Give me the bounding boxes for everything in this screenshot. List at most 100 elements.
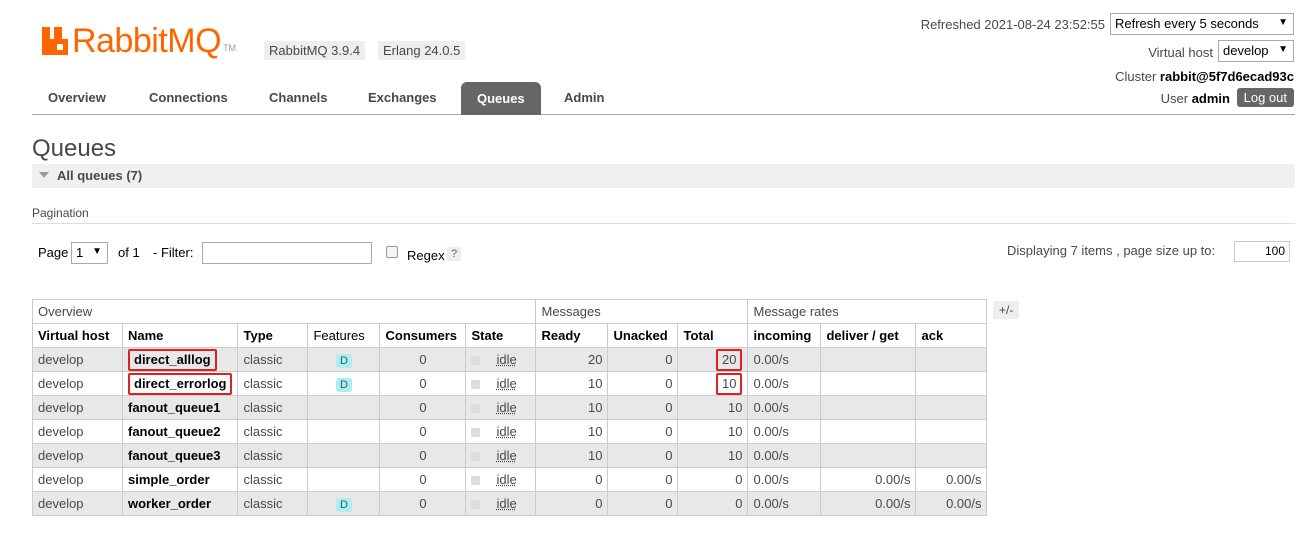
highlighted-total: 10 <box>716 372 743 395</box>
cell-type: classic <box>237 395 309 420</box>
queue-name-link[interactable]: fanout_queue1 <box>121 395 239 420</box>
virtual-host-select[interactable]: develop ▼ <box>1218 40 1294 62</box>
table-row: develop simple_order classic 0 idle 0 0 … <box>32 467 988 492</box>
cell-features <box>307 443 381 468</box>
highlighted-queue-name[interactable]: direct_errorlog <box>128 372 233 395</box>
cell-total: 20 <box>677 347 749 372</box>
cell-type: classic <box>237 419 309 444</box>
cell-ready: 0 <box>535 491 609 516</box>
refreshed-timestamp: Refreshed 2021-08-24 23:52:55 <box>920 17 1105 32</box>
col-total[interactable]: Total <box>677 323 749 348</box>
cell-total: 0 <box>677 467 749 492</box>
queue-name-link[interactable]: fanout_queue3 <box>121 443 239 468</box>
highlighted-total: 20 <box>716 348 743 371</box>
cell-unacked: 0 <box>607 419 679 444</box>
state-indicator-icon <box>471 476 481 486</box>
page-title: Queues <box>32 135 117 162</box>
table-row: develop worker_order classic D 0 idle 0 … <box>32 491 988 516</box>
cell-state: idle <box>465 347 537 372</box>
col-virtual-host[interactable]: Virtual host <box>32 323 123 348</box>
tab-admin[interactable]: Admin <box>564 90 604 105</box>
cell-state: idle <box>465 371 537 396</box>
cell-type: classic <box>237 443 309 468</box>
column-toggle-button[interactable]: +/- <box>993 301 1020 319</box>
cell-total: 10 <box>677 443 749 468</box>
table-row: develop fanout_queue2 classic 0 idle 10 … <box>32 419 988 444</box>
rabbitmq-logo[interactable]: RabbitMQ TM <box>42 22 236 58</box>
state-indicator-icon <box>471 356 481 366</box>
cell-state: idle <box>465 395 537 420</box>
cell-incoming: 0.00/s <box>747 443 822 468</box>
col-features[interactable]: Features <box>307 323 381 348</box>
group-header-overview: Overview <box>31 299 537 324</box>
divider <box>32 223 1295 224</box>
cell-consumers: 0 <box>379 443 467 468</box>
col-incoming[interactable]: incoming <box>747 323 822 348</box>
cell-consumers: 0 <box>379 419 467 444</box>
regex-help-button[interactable]: ? <box>447 247 462 261</box>
page-select[interactable]: 1 ▼ <box>71 242 108 264</box>
tab-exchanges[interactable]: Exchanges <box>368 90 437 105</box>
state-indicator-icon <box>471 404 481 414</box>
tab-channels[interactable]: Channels <box>269 90 328 105</box>
state-indicator-icon <box>471 452 481 462</box>
col-deliver-get[interactable]: deliver / get <box>820 323 917 348</box>
table-row: develop fanout_queue1 classic 0 idle 10 … <box>32 395 988 420</box>
col-consumers[interactable]: Consumers <box>379 323 467 348</box>
col-state[interactable]: State <box>465 323 537 348</box>
queue-name-link[interactable]: direct_errorlog <box>121 371 239 396</box>
displaying-items-label: Displaying 7 items , page size up to: <box>1007 243 1216 258</box>
col-unacked[interactable]: Unacked <box>607 323 679 348</box>
regex-checkbox[interactable] <box>386 246 398 258</box>
all-queues-section-toggle[interactable]: All queues (7) <box>32 164 1295 188</box>
cell-deliver <box>820 395 917 420</box>
col-name[interactable]: Name <box>121 323 239 348</box>
tab-connections[interactable]: Connections <box>149 90 228 105</box>
cell-consumers: 0 <box>379 371 467 396</box>
cell-consumers: 0 <box>379 395 467 420</box>
cell-unacked: 0 <box>607 491 679 516</box>
cell-total: 10 <box>677 395 749 420</box>
durable-badge[interactable]: D <box>336 377 352 392</box>
main-nav-tabs: Overview Connections Channels Exchanges … <box>32 80 1295 115</box>
queue-name-link[interactable]: simple_order <box>121 467 239 492</box>
tab-queues[interactable]: Queues <box>461 82 541 115</box>
cell-features: D <box>307 491 381 516</box>
cell-consumers: 0 <box>379 347 467 372</box>
queue-name-link[interactable]: fanout_queue2 <box>121 419 239 444</box>
cell-ready: 20 <box>535 347 609 372</box>
cell-deliver <box>820 419 917 444</box>
cell-vhost: develop <box>32 443 123 468</box>
queue-name-link[interactable]: worker_order <box>121 491 239 516</box>
state-indicator-icon <box>471 500 481 510</box>
cell-state: idle <box>465 467 537 492</box>
cell-ready: 10 <box>535 443 609 468</box>
filter-input[interactable] <box>202 242 372 264</box>
state-indicator-icon <box>471 428 481 438</box>
cell-ack <box>915 395 988 420</box>
highlighted-queue-name[interactable]: direct_alllog <box>128 348 217 371</box>
queue-name-link[interactable]: direct_alllog <box>121 347 239 372</box>
tab-overview[interactable]: Overview <box>48 90 106 105</box>
durable-badge[interactable]: D <box>336 497 352 512</box>
page-size-input[interactable]: 100 <box>1234 241 1290 262</box>
col-ack[interactable]: ack <box>915 323 988 348</box>
dropdown-arrow-icon: ▼ <box>1278 44 1288 55</box>
cell-vhost: develop <box>32 467 123 492</box>
cell-consumers: 0 <box>379 467 467 492</box>
cell-unacked: 0 <box>607 443 679 468</box>
erlang-version-badge: Erlang 24.0.5 <box>378 41 466 60</box>
virtual-host-label: Virtual host <box>1148 45 1213 60</box>
cell-deliver: 0.00/s <box>820 491 917 516</box>
cell-ready: 10 <box>535 419 609 444</box>
refresh-interval-select[interactable]: Refresh every 5 seconds ▼ <box>1110 13 1294 35</box>
cell-deliver <box>820 443 917 468</box>
cell-features: D <box>307 371 381 396</box>
durable-badge[interactable]: D <box>336 353 352 368</box>
cell-total: 0 <box>677 491 749 516</box>
cell-ack: 0.00/s <box>915 467 988 492</box>
col-ready[interactable]: Ready <box>535 323 609 348</box>
col-type[interactable]: Type <box>237 323 309 348</box>
cell-type: classic <box>237 491 309 516</box>
table-row: develop fanout_queue3 classic 0 idle 10 … <box>32 443 988 468</box>
